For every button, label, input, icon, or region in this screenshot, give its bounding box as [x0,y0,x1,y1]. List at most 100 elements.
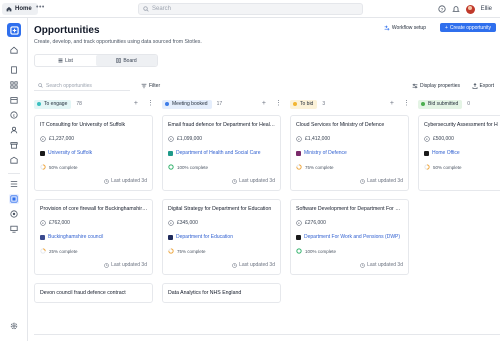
notifications-icon[interactable] [451,5,460,13]
app-logo[interactable] [7,23,21,37]
card-value-row: £ £1,412,000 [296,136,330,142]
card-buyer-link[interactable]: Ministry of Defence [296,150,347,156]
progress-ring-icon [424,164,430,170]
card-buyer-link[interactable]: Home Office [424,150,460,156]
clock-icon [360,178,365,184]
stage-dot-icon [37,102,41,106]
opportunities-search-placeholder: Search opportunities [46,82,92,89]
stage-badge[interactable]: Bid submitted [418,99,463,109]
home-tab[interactable]: Home [2,3,38,15]
card-updated: Last updated 3d [111,178,147,184]
opportunity-card[interactable]: Software Development for Department For … [290,199,409,275]
card-buyer: Department of Health and Social Care [176,150,261,156]
display-properties-button[interactable]: Display properties [412,81,460,91]
export-button[interactable]: Export [472,81,494,91]
stage-dot-icon [421,102,425,106]
card-updated: Last updated 3d [111,262,147,268]
opportunity-card[interactable]: Digital Strategy for Department for Educ… [162,199,281,275]
card-value-row: £ £276,000 [296,220,326,226]
card-buyer-link[interactable]: Department of Health and Social Care [168,150,261,156]
more-options-button[interactable]: ••• [36,4,45,11]
add-card-icon[interactable]: + [134,100,138,108]
sidebar-divider [8,173,20,174]
create-opportunity-button[interactable]: + Create opportunity [439,23,496,32]
board-view-button[interactable]: Board [96,55,157,66]
value-icon: £ [424,136,430,142]
card-value: £1,237,000 [49,136,75,142]
card-buyer: University of Suffolk [48,150,93,156]
export-label: Export [479,83,494,89]
add-card-icon[interactable]: + [390,100,394,108]
card-progress: 50% complete [49,164,78,170]
opportunities-nav-icon[interactable] [9,194,19,204]
user-name[interactable]: Ellie [481,6,492,12]
opportunity-card[interactable]: Email fraud defence for Department for H… [162,115,281,191]
building-icon[interactable] [9,155,19,165]
board-column: To engage 78 + ⋮ IT Consulting for Universit… [34,98,158,341]
stage-label: Bid submitted [428,101,459,107]
clock-icon [104,262,109,268]
column-menu-icon[interactable]: ⋮ [403,100,410,108]
page-subtitle: Create, develop, and track opportunities… [34,39,202,45]
opportunity-card[interactable]: Cloud Services for Ministry of Defence £ £… [290,115,409,191]
column-header: Bid submitted0+⋮ [418,98,500,110]
user-avatar[interactable] [465,4,475,14]
add-card-icon[interactable]: + [262,100,266,108]
view-toggle: List Board [34,54,158,67]
workflow-setup-button[interactable]: Workflow setup [384,23,426,32]
list-icon[interactable] [9,179,19,189]
filter-button[interactable]: Filter [141,81,160,91]
totals-divider [34,334,500,335]
column-menu-icon[interactable]: ⋮ [147,100,154,108]
money-icon[interactable]: £ [9,110,19,120]
opportunity-card[interactable]: Devon council fraud defence contract [34,283,153,303]
logo-icon [9,25,19,35]
search-icon [143,6,149,12]
card-updated: Last updated 3d [239,262,275,268]
page-title: Opportunities [34,25,100,36]
svg-text:£: £ [298,137,300,141]
stage-count: 78 [76,101,82,107]
opportunity-card[interactable]: Cybersecurity Assessment for H £ £500,000 H… [418,115,500,191]
plus-icon: + [444,24,448,31]
opportunity-card[interactable]: Provision of core firewall for Buckingha… [34,199,153,275]
board-view-icon [116,58,122,63]
stage-dot-icon [293,102,297,106]
card-buyer-link[interactable]: Buckinghamshire council [40,234,103,240]
board-column: Bid submitted0+⋮ Cybersecurity Assessment… [418,98,500,341]
stage-badge[interactable]: To engage [34,99,72,109]
monitor-icon[interactable] [9,224,19,234]
settings-icon[interactable] [9,321,19,331]
home-nav-icon[interactable] [9,45,19,55]
list-view-label: List [65,57,73,64]
target-icon[interactable] [9,209,19,219]
card-buyer-link[interactable]: University of Suffolk [40,150,92,156]
card-buyer: Buckinghamshire council [48,234,104,240]
stage-label: Meeting booked [172,101,208,107]
help-icon[interactable]: ? [438,5,446,13]
global-search-input[interactable]: Search [138,3,363,15]
card-buyer-link[interactable]: Department For Work and Pensions (DWP) [296,234,400,240]
buyer-logo-icon [296,150,301,156]
calendar-icon[interactable] [9,95,19,105]
opportunities-search-input[interactable]: Search opportunities [34,81,130,91]
column-menu-icon[interactable]: ⋮ [275,100,282,108]
stage-badge[interactable]: To bid [290,99,318,109]
card-value-row: £ £345,000 [168,220,198,226]
archive-icon[interactable] [9,140,19,150]
card-buyer-link[interactable]: Department for Education [168,234,233,240]
opportunity-card[interactable]: IT Consulting for University of Suffolk £… [34,115,153,191]
opportunity-card[interactable]: Data Analytics for NHS England [162,283,281,303]
svg-text:£: £ [42,221,44,225]
kanban-board: To engage 78 + ⋮ IT Consulting for Universit… [34,98,500,341]
people-icon[interactable] [9,125,19,135]
card-progress-row: 75% complete [168,248,206,254]
card-value-row: £ £1,099,000 [168,136,202,142]
card-progress: 75% complete [305,164,334,170]
documents-icon[interactable] [9,65,19,75]
grid-icon[interactable] [9,80,19,90]
list-view-button[interactable]: List [35,55,96,66]
stage-badge[interactable]: Meeting booked [162,99,212,109]
card-title: Devon council fraud defence contract [40,290,126,296]
card-value-row: £ £762,000 [40,220,70,226]
